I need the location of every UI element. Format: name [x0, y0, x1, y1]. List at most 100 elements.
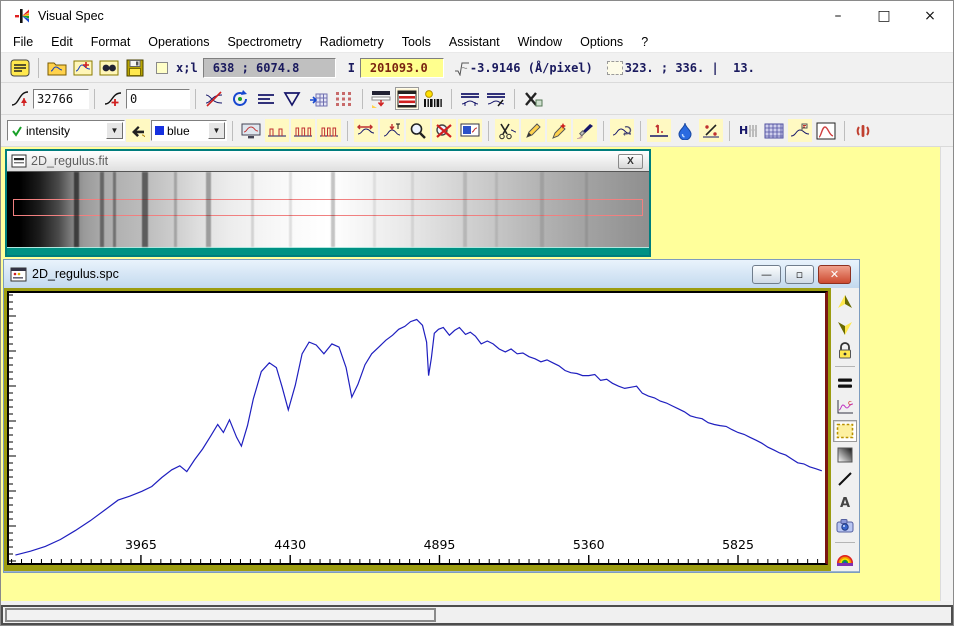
spc-restore-button[interactable]: ▫	[785, 265, 814, 284]
menu-spectrometry[interactable]: Spectrometry	[218, 33, 310, 51]
spectrum-strip-image[interactable]	[7, 171, 649, 247]
pencil-new-icon[interactable]	[547, 119, 571, 142]
spc-window-title: 2D_regulus.spc	[32, 267, 119, 281]
strip-extract-icon[interactable]	[369, 87, 393, 110]
menu-options[interactable]: Options	[571, 33, 632, 51]
absorption-line	[289, 172, 292, 247]
spc-title-bar[interactable]: 2D_regulus.spc — ▫ ✕	[4, 260, 859, 288]
menu-help[interactable]: ?	[632, 33, 657, 51]
grid-dots-icon[interactable]	[332, 87, 356, 110]
reject-icon[interactable]	[521, 87, 545, 110]
spc-close-button[interactable]: ✕	[818, 265, 851, 284]
normalize-1-icon[interactable]	[647, 119, 671, 142]
gain-input[interactable]	[33, 89, 89, 109]
water-drop-icon[interactable]	[673, 119, 697, 142]
nav-up-icon[interactable]	[833, 292, 857, 314]
spectrum-plot-svg: 39654430489553605825	[9, 293, 825, 563]
divide-icon[interactable]	[699, 119, 723, 142]
profile-icon[interactable]	[8, 56, 32, 79]
zoom-off-icon[interactable]	[432, 119, 456, 142]
menu-tools[interactable]: Tools	[393, 33, 440, 51]
x-tick-label: 3965	[125, 537, 157, 552]
hand-pick-icon[interactable]	[126, 119, 150, 142]
menu-window[interactable]: Window	[509, 33, 571, 51]
equals-icon[interactable]	[833, 372, 857, 394]
menu-format[interactable]: Format	[82, 33, 140, 51]
continuum-3-icon[interactable]	[317, 119, 341, 142]
lines-icon[interactable]	[254, 87, 278, 110]
spc-side-toolbar: c A	[831, 288, 859, 571]
offset-input[interactable]	[126, 89, 190, 109]
search-icon[interactable]	[97, 56, 121, 79]
app-window: Visual Spec – □ × File Edit Format Opera…	[0, 0, 954, 626]
spectrum-plot[interactable]: 39654430489553605825	[7, 291, 828, 565]
lock-icon[interactable]	[833, 340, 857, 362]
zoom-in-icon[interactable]	[406, 119, 430, 142]
select-region-icon[interactable]	[833, 420, 857, 442]
monitor-pick-icon[interactable]	[239, 119, 263, 142]
maximize-button[interactable]: □	[861, 1, 907, 31]
gain-icon[interactable]	[8, 87, 32, 110]
line-icon[interactable]	[833, 468, 857, 490]
svg-text:c: c	[848, 399, 852, 407]
close-button[interactable]: ×	[907, 1, 953, 31]
minimize-button[interactable]: –	[815, 1, 861, 31]
offset-icon[interactable]	[101, 87, 125, 110]
planck-icon[interactable]	[814, 119, 838, 142]
label-curve-icon[interactable]	[788, 119, 812, 142]
color-select[interactable]: blue ▼	[151, 120, 227, 141]
chevron-down-icon[interactable]: ▼	[106, 122, 123, 139]
menu-edit[interactable]: Edit	[42, 33, 82, 51]
save-icon[interactable]	[123, 56, 147, 79]
series-select[interactable]: intensity ▼	[7, 120, 125, 141]
undo-curve-icon[interactable]	[610, 119, 634, 142]
fit-window-footer	[7, 247, 649, 255]
camera-icon[interactable]	[833, 515, 857, 537]
absorption-line	[100, 172, 104, 247]
continuum-1-icon[interactable]	[265, 119, 289, 142]
chevron-down-icon[interactable]: ▼	[208, 122, 225, 139]
brush-icon[interactable]	[573, 119, 597, 142]
menu-radiometry[interactable]: Radiometry	[311, 33, 393, 51]
menu-file[interactable]: File	[4, 33, 42, 51]
nabla-icon[interactable]	[280, 87, 304, 110]
table-export-icon[interactable]	[306, 87, 330, 110]
chart-c-icon[interactable]: c	[833, 396, 857, 418]
rotate-icon[interactable]	[228, 87, 252, 110]
mdi-horizontal-scrollbar[interactable]	[1, 605, 953, 625]
shift-t-icon[interactable]	[380, 119, 404, 142]
display-reference-icon[interactable]	[71, 56, 95, 79]
h-lines-icon[interactable]: H	[736, 119, 760, 142]
capture-icon[interactable]	[458, 119, 482, 142]
pencil-icon[interactable]	[521, 119, 545, 142]
smooth-a-icon[interactable]	[458, 87, 482, 110]
zoom-h-icon[interactable]	[354, 119, 378, 142]
cut-icon[interactable]	[495, 119, 519, 142]
text-icon[interactable]: A	[833, 492, 857, 514]
menu-assistant[interactable]: Assistant	[440, 33, 509, 51]
cross-profiles-icon[interactable]	[202, 87, 226, 110]
fit-close-button[interactable]: X	[618, 154, 643, 169]
horizontal-scrollbar-thumb[interactable]	[5, 608, 436, 622]
title-bar[interactable]: Visual Spec – □ ×	[1, 1, 953, 31]
nav-down-icon[interactable]	[833, 316, 857, 338]
open-icon[interactable]	[45, 56, 69, 79]
intensity-label: I	[348, 61, 355, 75]
x-tick-label: 4895	[424, 537, 456, 552]
xl-checkbox[interactable]	[156, 62, 168, 74]
elements-table-icon[interactable]	[762, 119, 786, 142]
barcode-icon[interactable]	[421, 87, 445, 110]
binning-zone-band[interactable]	[13, 199, 642, 216]
continuum-2-icon[interactable]	[291, 119, 315, 142]
toolbar-processing	[1, 83, 953, 115]
mdi-vertical-scrollbar[interactable]	[940, 147, 953, 601]
selection-rect-icon[interactable]	[607, 61, 623, 75]
stripes-icon[interactable]	[395, 87, 419, 110]
menu-operations[interactable]: Operations	[139, 33, 218, 51]
smooth-b-icon[interactable]	[484, 87, 508, 110]
spc-minimize-button[interactable]: —	[752, 265, 781, 284]
gradient-icon[interactable]	[833, 444, 857, 466]
rainbow-icon[interactable]	[833, 548, 857, 570]
audio-icon[interactable]	[851, 119, 875, 142]
fit-title-bar[interactable]: 2D_regulus.fit X	[7, 151, 649, 171]
